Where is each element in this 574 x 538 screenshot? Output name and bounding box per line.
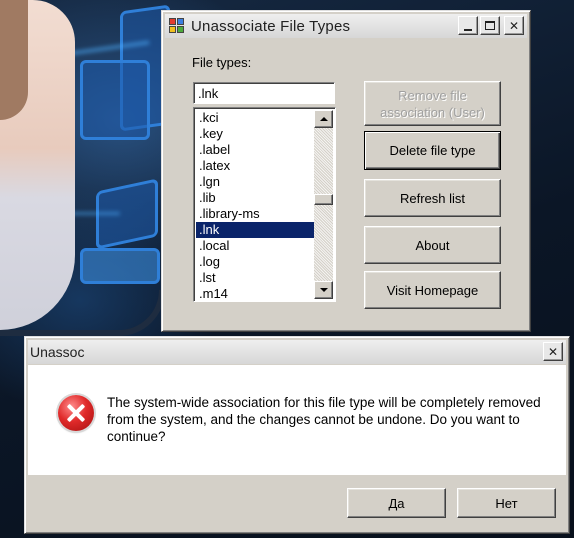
list-item[interactable]: .log (196, 254, 314, 270)
list-item[interactable]: .lst (196, 270, 314, 286)
scroll-thumb[interactable] (314, 194, 333, 205)
file-types-label: File types: (192, 55, 252, 70)
list-item[interactable]: .lib (196, 190, 314, 206)
close-icon: ✕ (508, 18, 520, 33)
list-item[interactable]: .local (196, 238, 314, 254)
arrow-up-icon (319, 117, 328, 121)
minimize-button[interactable] (458, 16, 478, 35)
list-item[interactable]: .kci (196, 110, 314, 126)
list-item[interactable]: .lnk (196, 222, 314, 238)
file-types-list: .kci .key .label .latex .lgn .lib .library-ms.… (196, 110, 314, 301)
dialog-titlebar[interactable]: Unassoc ✕ (28, 340, 566, 364)
list-item[interactable]: .key (196, 126, 314, 142)
main-window: Unassociate File Types ✕ File types: .kc… (161, 10, 531, 332)
about-button[interactable]: About (364, 226, 501, 264)
maximize-icon (485, 21, 495, 30)
minimize-icon (464, 28, 472, 31)
app-icon (168, 17, 186, 35)
yes-button[interactable]: Да (347, 488, 446, 518)
main-titlebar[interactable]: Unassociate File Types ✕ (165, 14, 527, 38)
list-item[interactable]: .latex (196, 158, 314, 174)
window-title: Unassociate File Types (191, 17, 351, 35)
arrow-down-icon (319, 288, 328, 292)
dialog-body: The system-wide association for this fil… (28, 365, 566, 475)
list-item[interactable]: .m14 (196, 286, 314, 301)
message-dialog: Unassoc ✕ The system-wide association fo… (24, 336, 570, 534)
listbox-scrollbar[interactable] (314, 110, 333, 299)
scroll-up-button[interactable] (314, 110, 333, 128)
no-button[interactable]: Нет (457, 488, 556, 518)
close-icon: ✕ (547, 344, 559, 359)
close-button[interactable]: ✕ (504, 16, 524, 35)
maximize-button[interactable] (480, 16, 500, 35)
dialog-title: Unassoc (30, 344, 85, 360)
dialog-message: The system-wide association for this fil… (107, 395, 541, 444)
file-types-listbox[interactable]: .kci .key .label .latex .lgn .lib .library-ms.… (193, 107, 336, 302)
scroll-down-button[interactable] (314, 281, 333, 299)
visit-homepage-button[interactable]: Visit Homepage (364, 271, 501, 309)
dialog-close-button[interactable]: ✕ (543, 342, 563, 361)
error-icon (58, 395, 94, 431)
list-item[interactable]: .lgn (196, 174, 314, 190)
list-item[interactable]: .label (196, 142, 314, 158)
delete-file-type-button[interactable]: Delete file type (364, 131, 501, 170)
list-item[interactable]: .library-ms (196, 206, 314, 222)
refresh-list-button[interactable]: Refresh list (364, 179, 501, 217)
file-type-input[interactable] (193, 82, 335, 104)
remove-association-button[interactable]: Remove file association (User) (364, 81, 501, 126)
